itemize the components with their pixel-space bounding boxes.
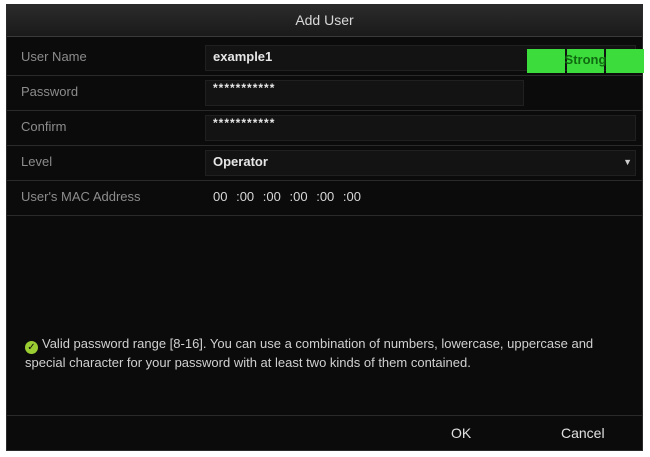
mac-octet[interactable]: :00 [263, 189, 281, 204]
mac-octet[interactable]: :00 [316, 189, 334, 204]
password-value: *********** [213, 81, 276, 95]
confirm-label: Confirm [21, 119, 67, 134]
level-select[interactable] [205, 150, 636, 176]
level-label: Level [21, 154, 53, 169]
cancel-button[interactable]: Cancel [555, 424, 611, 442]
mac-address-input[interactable]: 00 :00 :00 :00 :00 :00 [213, 189, 366, 204]
mac-octet[interactable]: :00 [290, 189, 308, 204]
mac-address-label: User's MAC Address [21, 189, 141, 204]
row-level: Level Operator ▼ [7, 146, 642, 181]
row-confirm: Confirm *********** [7, 111, 642, 146]
add-user-dialog: Add User Strong User Name example1 Passw… [6, 4, 645, 451]
row-password: Password *********** [7, 76, 642, 111]
check-icon: ✓ [25, 341, 38, 354]
hint-text: Valid password range [8-16]. You can use… [25, 336, 594, 370]
username-label: User Name [21, 49, 87, 64]
chevron-down-icon[interactable]: ▼ [623, 157, 632, 167]
mac-octet[interactable]: 00 [213, 189, 227, 204]
dialog-footer: OK Cancel [7, 415, 642, 450]
password-label: Password [21, 84, 79, 99]
strength-label: Strong [564, 52, 607, 67]
username-value: example1 [213, 49, 273, 64]
mac-octet[interactable]: :00 [236, 189, 254, 204]
level-value: Operator [213, 154, 268, 169]
confirm-value: *********** [213, 116, 276, 130]
row-mac-address: User's MAC Address 00 :00 :00 :00 :00 :0… [7, 181, 642, 216]
mac-octet[interactable]: :00 [343, 189, 361, 204]
password-strength-meter: Strong [527, 49, 645, 73]
dialog-title: Add User [7, 5, 642, 37]
ok-button[interactable]: OK [445, 424, 477, 442]
password-hint: ✓ Valid password range [8-16]. You can us… [25, 335, 625, 371]
